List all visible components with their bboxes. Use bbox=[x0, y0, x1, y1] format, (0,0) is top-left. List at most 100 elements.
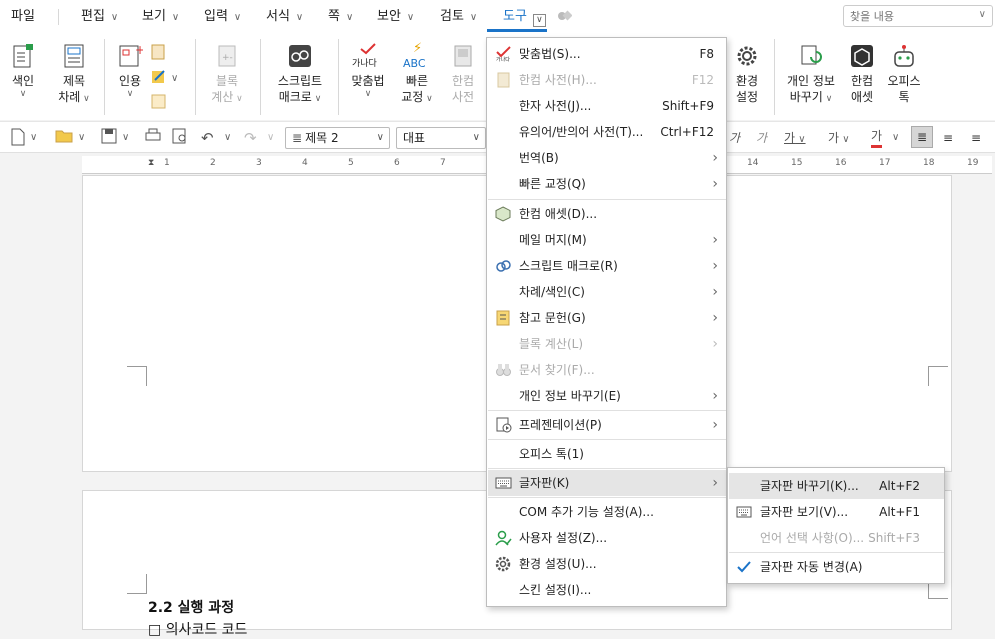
submenu-item-language-options[interactable]: 언어 선택 사항(O)... Shift+F3 bbox=[729, 525, 944, 551]
chevron-down-icon[interactable]: ∨ bbox=[979, 9, 986, 20]
menu-view[interactable]: 보기 ∨ bbox=[142, 7, 179, 27]
menu-item-label: 글자판 보기(V)... bbox=[760, 505, 849, 519]
style-select[interactable]: ≣ 제목 2 ∨ bbox=[285, 127, 390, 149]
menu-item-keyboard[interactable]: 글자판(K) › bbox=[488, 470, 726, 496]
chevron-down-icon[interactable]: ∨ bbox=[78, 128, 85, 148]
menu-item-script-macro[interactable]: 스크립트 매크로(R) › bbox=[488, 253, 726, 279]
menu-item-toc-index[interactable]: 차례/색인(C) › bbox=[488, 279, 726, 305]
menu-item-label: 문서 찾기(F)... bbox=[519, 363, 595, 377]
search-box[interactable]: ∨ bbox=[843, 5, 993, 27]
menu-item-label: 환경 설정(U)... bbox=[519, 557, 597, 571]
chevron-down-icon: ∨ bbox=[19, 89, 27, 99]
cite-button[interactable]: + 인용 ∨ bbox=[114, 43, 146, 99]
strike-button[interactable]: 가 ∨ bbox=[828, 128, 850, 148]
chevron-down-icon[interactable]: ∨ bbox=[892, 128, 899, 148]
new-document-icon[interactable] bbox=[10, 128, 26, 148]
chevron-down-icon[interactable]: ∨ bbox=[122, 128, 129, 148]
user-settings-icon bbox=[495, 530, 512, 546]
menu-item-find-doc[interactable]: 문서 찾기(F)... bbox=[488, 357, 726, 383]
chevron-down-icon[interactable]: ∨ bbox=[224, 128, 231, 148]
font-color-button[interactable]: 가 bbox=[871, 128, 883, 148]
hancom-asset-button[interactable]: 한컴 애셋 bbox=[846, 43, 878, 105]
menu-format[interactable]: 서식 ∨ bbox=[266, 7, 303, 27]
block-calc-label-2: 계산 bbox=[211, 90, 234, 104]
chevron-down-icon: ∨ bbox=[472, 132, 480, 143]
menu-page[interactable]: 쪽 ∨ bbox=[328, 7, 353, 27]
vertical-ruler[interactable] bbox=[0, 156, 14, 628]
menu-item-env-settings[interactable]: 환경 설정(U)... bbox=[488, 551, 726, 577]
menu-item-privacy[interactable]: 개인 정보 바꾸기(E) › bbox=[488, 383, 726, 409]
redo-icon[interactable]: ↷ bbox=[244, 128, 257, 148]
quick-fix-button[interactable]: ⚡ ABC 빠른 교정 ∨ bbox=[400, 41, 434, 107]
document-heading[interactable]: 2.2 실행 과정 bbox=[148, 597, 234, 617]
macro-icon bbox=[496, 260, 511, 272]
menu-item-hanja-dict[interactable]: 한자 사전(J)... Shift+F9 bbox=[488, 93, 726, 119]
highlight-pen-icon[interactable]: ∨ bbox=[150, 68, 180, 89]
align-right-icon[interactable]: ≡ bbox=[971, 128, 981, 148]
menu-item-block-calc[interactable]: 블록 계산(L) › bbox=[488, 331, 726, 357]
menu-edit[interactable]: 편집 ∨ bbox=[81, 7, 118, 27]
menu-security[interactable]: 보안 ∨ bbox=[377, 7, 414, 27]
privacy-button[interactable]: 개인 정보 바꾸기 ∨ bbox=[784, 43, 838, 107]
menu-item-spell[interactable]: 가나다 맞춤법(S)... F8 bbox=[488, 41, 726, 67]
menu-item-thesaurus[interactable]: 유의어/반의어 사전(T)... Ctrl+F12 bbox=[488, 119, 726, 145]
menu-item-presentation[interactable]: 프레젠테이션(P) › bbox=[488, 412, 726, 438]
spell-button[interactable]: 가나다 맞춤법 ∨ bbox=[349, 43, 387, 99]
menu-item-office-talk[interactable]: 오피스 톡(1) bbox=[488, 441, 726, 467]
menu-item-mail-merge[interactable]: 메일 머지(M) › bbox=[488, 227, 726, 253]
footnote-icon[interactable] bbox=[150, 43, 168, 64]
office-talk-button[interactable]: 오피스 톡 bbox=[884, 43, 924, 105]
underline-button[interactable]: 가 ∨ bbox=[784, 128, 806, 148]
menu-item-quick-fix[interactable]: 빠른 교정(Q) › bbox=[488, 171, 726, 197]
menu-item-label: 빠른 교정(Q) bbox=[519, 177, 586, 191]
index-button[interactable]: 색인 ∨ bbox=[8, 43, 38, 99]
hancom-dict-label-1: 한컴 bbox=[451, 74, 475, 88]
chevron-down-icon[interactable]: ∨ bbox=[30, 128, 37, 148]
menu-file[interactable]: 파일 bbox=[11, 7, 35, 27]
document-text[interactable]: □ 의사코드 코드 bbox=[148, 619, 247, 639]
menu-tools[interactable]: 도구 ∨ bbox=[503, 7, 546, 27]
menu-item-skin-settings[interactable]: 스킨 설정(I)... bbox=[488, 577, 726, 603]
submenu-item-auto-change[interactable]: 글자판 자동 변경(A) bbox=[729, 554, 944, 580]
references-icon bbox=[496, 310, 510, 326]
office-label-2: 톡 bbox=[898, 90, 910, 104]
chevron-down-icon[interactable]: ∨ bbox=[532, 14, 546, 27]
menu-item-label: 스크립트 매크로(R) bbox=[519, 259, 618, 273]
toc-button[interactable]: 제목 차례 ∨ bbox=[54, 43, 94, 107]
keyboard-icon bbox=[495, 477, 512, 489]
save-icon[interactable] bbox=[101, 128, 117, 148]
env-label-2: 설정 bbox=[735, 90, 759, 104]
submenu-item-show-keyboard[interactable]: 글자판 보기(V)... Alt+F1 bbox=[729, 499, 944, 525]
indent-marker[interactable]: ⧗ bbox=[148, 158, 154, 168]
menu-review[interactable]: 검토 ∨ bbox=[440, 7, 477, 27]
chevron-right-icon: › bbox=[712, 258, 718, 274]
submenu-item-change-keyboard[interactable]: 글자판 바꾸기(K)... Alt+F2 bbox=[729, 473, 944, 499]
chevron-down-icon[interactable]: ∨ bbox=[267, 128, 274, 148]
open-folder-icon[interactable] bbox=[55, 128, 73, 148]
font-color-label: 가 bbox=[871, 129, 883, 143]
block-calc-button[interactable]: +- 블록 계산 ∨ bbox=[208, 43, 246, 107]
menu-item-hancom-dict[interactable]: 한컴 사전(H)... F12 bbox=[488, 67, 726, 93]
hancom-dict-button[interactable]: 한컴 사전 bbox=[446, 43, 480, 105]
env-settings-button[interactable]: 환경 설정 bbox=[730, 43, 764, 105]
menu-item-com-addin[interactable]: COM 추가 기능 설정(A)... bbox=[488, 499, 726, 525]
print-preview-icon[interactable] bbox=[172, 128, 188, 148]
search-input[interactable] bbox=[844, 6, 970, 26]
align-left-icon[interactable]: ≡ bbox=[943, 128, 953, 148]
menu-item-references[interactable]: 참고 문헌(G) › bbox=[488, 305, 726, 331]
script-macro-button[interactable]: 스크립트 매크로 ∨ bbox=[272, 43, 328, 107]
ruler-tick: 1 bbox=[164, 158, 170, 168]
gear-icon bbox=[737, 46, 757, 66]
font-select[interactable]: 대표 ∨ bbox=[396, 127, 486, 149]
cloud-user-icon[interactable] bbox=[556, 9, 573, 26]
menu-item-user-settings[interactable]: 사용자 설정(Z)... bbox=[488, 525, 726, 551]
menu-insert[interactable]: 입력 ∨ bbox=[204, 7, 241, 27]
italic-a-button[interactable]: 가 bbox=[729, 128, 740, 148]
align-justify-icon[interactable]: ≣ bbox=[911, 126, 933, 148]
menu-item-asset[interactable]: 한컴 애셋(D)... bbox=[488, 201, 726, 227]
menu-item-translate[interactable]: 번역(B) › bbox=[488, 145, 726, 171]
italic-b-button[interactable]: 가 bbox=[756, 128, 767, 148]
print-icon[interactable] bbox=[145, 128, 161, 148]
link-icon[interactable] bbox=[150, 93, 168, 114]
undo-icon[interactable]: ↶ bbox=[201, 128, 214, 148]
